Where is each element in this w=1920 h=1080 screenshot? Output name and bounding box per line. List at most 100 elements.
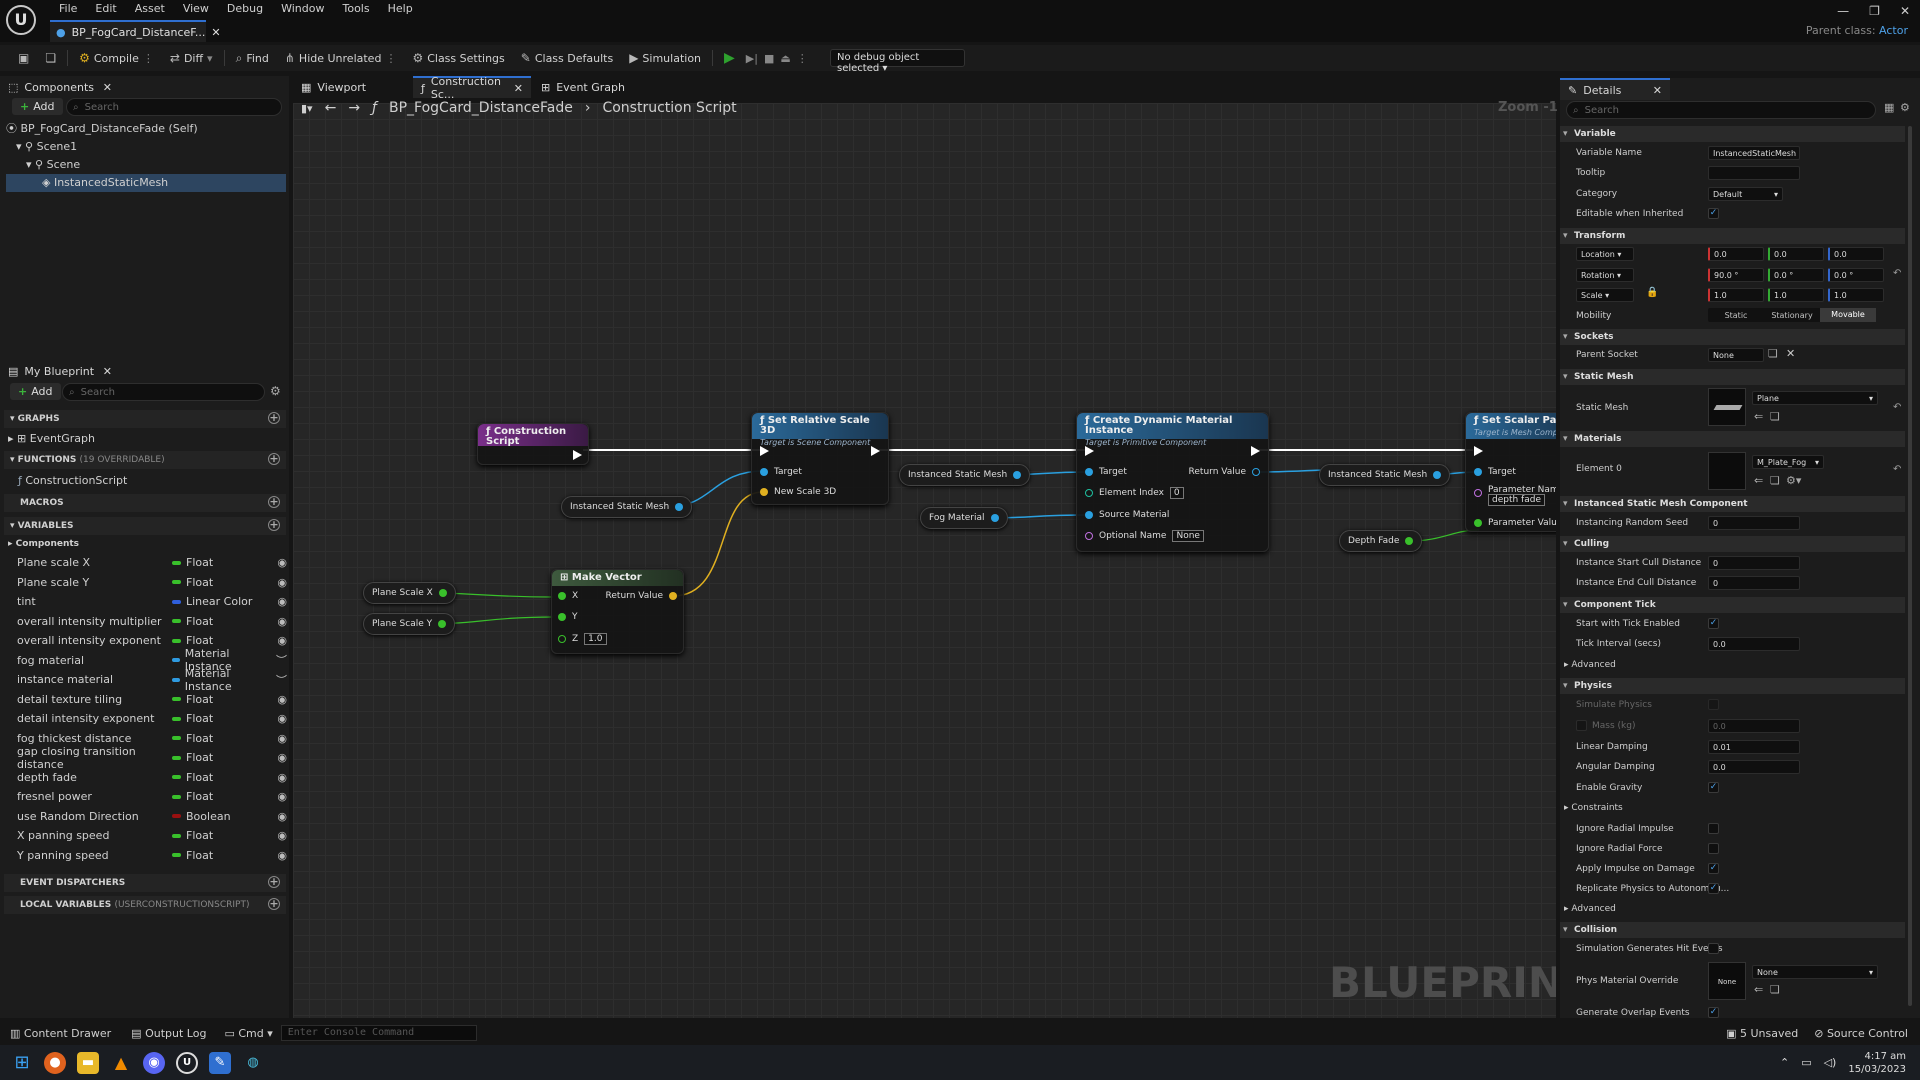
restore-icon[interactable]: ❐: [1869, 4, 1880, 18]
parameter-value-pin[interactable]: Parameter Value: [1474, 516, 1556, 530]
variable-row[interactable]: use Random Direction Boolean ◉: [17, 807, 287, 826]
exec-out-pin[interactable]: [1251, 444, 1260, 458]
add-circle-icon[interactable]: +: [268, 519, 280, 531]
material-options-icon[interactable]: ⚙▾: [1786, 474, 1801, 487]
discord-icon[interactable]: ◉: [143, 1051, 165, 1074]
y-pin[interactable]: Y: [558, 610, 578, 624]
close-icon[interactable]: ✕: [1653, 84, 1662, 97]
tick-enabled-checkbox[interactable]: ✓: [1708, 618, 1719, 629]
menu-edit[interactable]: Edit: [86, 1, 125, 17]
back-arrow-icon[interactable]: ←: [325, 100, 337, 116]
exec-in-pin[interactable]: [1474, 444, 1483, 458]
variable-row[interactable]: instance material Material Instance ︶: [17, 667, 287, 693]
section-event-dispatchers[interactable]: EVENT DISPATCHERS +: [4, 874, 286, 892]
components-tab[interactable]: ⬚ Components ✕: [0, 76, 120, 98]
eye-closed-icon[interactable]: ︶: [276, 672, 287, 688]
variable-type[interactable]: Float: [172, 751, 267, 764]
browse-asset-icon[interactable]: ❏: [1770, 474, 1780, 487]
settings-gear-icon[interactable]: ⚙: [270, 384, 281, 398]
my-blueprint-search-input[interactable]: ⌕ Search: [62, 383, 265, 401]
add-component-button[interactable]: + Add: [12, 98, 63, 115]
debug-object-select[interactable]: No debug object selected ▾: [830, 49, 965, 74]
browse-socket-icon[interactable]: ❏: [1768, 347, 1778, 360]
add-circle-icon[interactable]: +: [268, 412, 280, 424]
close-window-icon[interactable]: ✕: [1900, 4, 1910, 18]
details-scrollbar[interactable]: [1908, 126, 1912, 1006]
hide-unrelated-button[interactable]: ⋔ Hide Unrelated ⋮: [277, 45, 405, 71]
menu-view[interactable]: View: [174, 1, 218, 17]
tree-item-scene1[interactable]: ▾ ⚲ Scene1: [16, 138, 286, 156]
advanced-expander-2[interactable]: ▸ Advanced: [1564, 904, 1616, 914]
location-y[interactable]: 0.0: [1768, 247, 1824, 261]
mobility-stationary[interactable]: Stationary: [1764, 311, 1820, 320]
function-item-construction-script[interactable]: ƒ ConstructionScript: [18, 472, 127, 490]
variable-type[interactable]: Float: [172, 615, 267, 628]
close-icon[interactable]: ✕: [103, 81, 112, 94]
z-value-input[interactable]: 1.0: [584, 633, 607, 645]
blueprint-graph-canvas[interactable]: ƒ Construction Script ƒ Set Relative Sca…: [293, 103, 1556, 1018]
linear-damping-input[interactable]: 0.01: [1708, 740, 1800, 754]
x-pin[interactable]: X: [558, 589, 578, 603]
node-create-dynamic-material-instance[interactable]: ƒ Create Dynamic Material Instance Target…: [1076, 412, 1269, 552]
section-materials[interactable]: Materials: [1560, 431, 1905, 447]
eye-icon[interactable]: ◉: [277, 751, 287, 764]
scale-y[interactable]: 1.0: [1768, 288, 1824, 302]
class-settings-button[interactable]: ⚙ Class Settings: [404, 45, 512, 71]
material-select[interactable]: M_Plate_Fog ▾: [1752, 455, 1824, 469]
settings-gear-icon[interactable]: ⚙: [1900, 101, 1910, 114]
find-button[interactable]: ⌕ Find: [228, 45, 277, 71]
document-tab[interactable]: ● BP_FogCard_DistanceF... ✕: [50, 20, 221, 42]
section-culling[interactable]: Culling: [1560, 536, 1905, 552]
node-construction-script[interactable]: ƒ Construction Script: [477, 423, 589, 465]
grid-view-icon[interactable]: ▦: [1884, 101, 1894, 114]
browser-app-icon[interactable]: ◍: [242, 1052, 264, 1074]
new-scale-pin[interactable]: New Scale 3D: [760, 485, 836, 499]
rotation-dropdown[interactable]: Rotation ▾: [1576, 268, 1634, 282]
components-search-input[interactable]: ⌕ Search: [66, 98, 282, 116]
variable-type[interactable]: Linear Color: [172, 595, 267, 608]
target-pin[interactable]: Target: [1085, 465, 1127, 479]
variable-row[interactable]: Plane scale Y Float ◉: [17, 573, 287, 592]
target-pin[interactable]: Target: [1474, 465, 1516, 479]
paint-app-icon[interactable]: ✎: [209, 1051, 231, 1074]
eye-icon[interactable]: ◉: [277, 595, 287, 608]
add-circle-icon[interactable]: +: [268, 496, 280, 508]
windows-start-icon[interactable]: ⊞: [11, 1052, 33, 1074]
variable-type[interactable]: Float: [172, 556, 267, 569]
clear-icon[interactable]: ✕: [1786, 347, 1795, 360]
return-value-pin[interactable]: Return Value: [1189, 465, 1260, 479]
variable-row[interactable]: fresnel power Float ◉: [17, 787, 287, 806]
eye-icon[interactable]: ◉: [277, 732, 287, 745]
variable-type[interactable]: Float: [172, 576, 267, 589]
node-set-scalar-parameter[interactable]: ƒ Set Scalar Parame Target is Mesh Comp T…: [1465, 412, 1556, 532]
eye-icon[interactable]: ◉: [277, 615, 287, 628]
cmd-select[interactable]: ▭ Cmd ▾: [216, 1027, 280, 1040]
reset-arrow-icon[interactable]: ↶: [1893, 464, 1901, 475]
rotation-y[interactable]: 0.0 °: [1768, 268, 1824, 282]
variable-row[interactable]: overall intensity multiplier Float ◉: [17, 612, 287, 631]
output-log-button[interactable]: ▤ Output Log: [121, 1027, 216, 1040]
tree-item-self[interactable]: ⦿ BP_FogCard_DistanceFade (Self): [6, 120, 286, 138]
lock-icon[interactable]: 🔒: [1646, 287, 1658, 298]
exec-out-pin[interactable]: [871, 444, 880, 458]
source-control-button[interactable]: ⊘ Source Control: [1808, 1027, 1920, 1040]
section-physics[interactable]: Physics: [1560, 678, 1905, 694]
section-graphs[interactable]: ▾ GRAPHS +: [4, 410, 286, 428]
browse-button[interactable]: ❏: [37, 45, 64, 71]
ignore-radial-force-checkbox[interactable]: [1708, 843, 1719, 854]
static-mesh-select[interactable]: Plane ▾: [1752, 391, 1878, 405]
unsaved-button[interactable]: ▣ 5 Unsaved: [1716, 1027, 1808, 1040]
eye-icon[interactable]: ◉: [277, 810, 287, 823]
unreal-logo-icon[interactable]: U: [6, 5, 36, 35]
ignore-radial-impulse-checkbox[interactable]: [1708, 823, 1719, 834]
mobility-movable[interactable]: Movable: [1820, 308, 1876, 322]
expand-icon[interactable]: ▾: [16, 140, 22, 153]
variable-row[interactable]: gap closing transition distance Float ◉: [17, 745, 287, 771]
more-icon[interactable]: ⋮: [143, 52, 154, 65]
apply-impulse-checkbox[interactable]: ✓: [1708, 863, 1719, 874]
scale-dropdown[interactable]: Scale ▾: [1576, 288, 1634, 302]
section-local-variables[interactable]: LOCAL VARIABLES (USERCONSTRUCTIONSCRIPT)…: [4, 896, 286, 914]
more-icon[interactable]: ⋮: [794, 45, 811, 71]
scale-x[interactable]: 1.0: [1708, 288, 1764, 302]
eye-icon[interactable]: ◉: [277, 771, 287, 784]
